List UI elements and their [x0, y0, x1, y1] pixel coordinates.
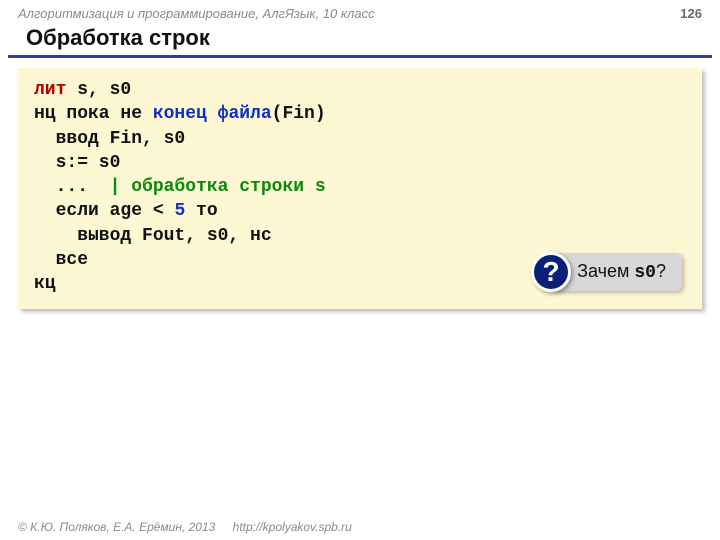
question-icon: ?	[531, 252, 571, 292]
callout-mono: s0	[634, 263, 656, 283]
code-number: 5	[174, 201, 185, 221]
code-text: s, s0	[66, 80, 131, 100]
slide-header: Алгоритмизация и программирование, АлгЯз…	[0, 0, 720, 23]
code-text: ввод Fin, s0	[34, 129, 185, 149]
code-text: если age <	[34, 201, 174, 221]
code-text: (Fin)	[272, 104, 326, 124]
code-text: то	[185, 201, 217, 221]
code-text: нц пока не	[34, 104, 153, 124]
course-label: Алгоритмизация и программирование, АлгЯз…	[18, 6, 375, 21]
code-text: вывод Fout, s0, нс	[34, 226, 272, 246]
callout-text: ?	[656, 261, 666, 281]
code-text: все	[34, 250, 88, 270]
code-text: кц	[34, 274, 56, 294]
copyright: © К.Ю. Поляков, Е.А. Ерёмин, 2013	[18, 520, 215, 534]
code-kw: конец файла	[153, 104, 272, 124]
callout-text: Зачем	[577, 261, 634, 281]
page-title: Обработка строк	[8, 23, 712, 58]
page-number: 126	[680, 6, 702, 21]
code-comment: | обработка строки s	[110, 177, 326, 197]
code-text: ...	[34, 177, 110, 197]
code-text: s:= s0	[34, 153, 120, 173]
callout: ? Зачем s0?	[531, 252, 682, 292]
code-kw: лит	[34, 80, 66, 100]
footer-url: http://kpolyakov.spb.ru	[233, 520, 352, 534]
slide-footer: © К.Ю. Поляков, Е.А. Ерёмин, 2013 http:/…	[18, 520, 352, 534]
